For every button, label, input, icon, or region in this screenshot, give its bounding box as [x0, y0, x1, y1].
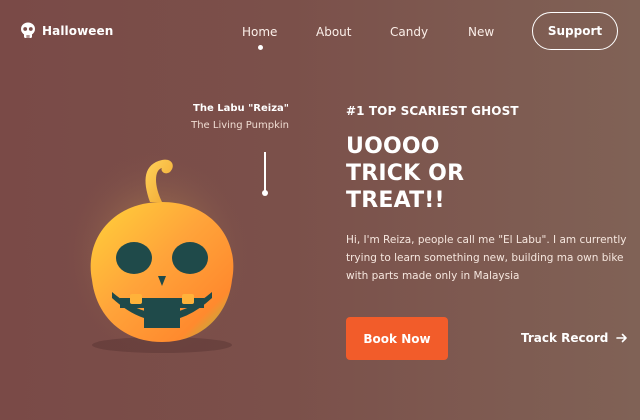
character-name: The Labu "Reiza"	[193, 103, 289, 114]
hero-headline: UOOOO TRICK OR TREAT!!	[346, 133, 546, 214]
nav-link-home[interactable]: Home	[242, 25, 277, 39]
support-button[interactable]: Support	[532, 12, 618, 50]
pumpkin-illustration	[62, 150, 252, 360]
track-record-link[interactable]: Track Record	[521, 331, 628, 345]
nav-link-new[interactable]: New	[468, 25, 494, 39]
skull-icon	[21, 22, 35, 38]
active-nav-indicator	[258, 45, 263, 50]
headline-line: TRICK OR	[346, 161, 465, 186]
nav-link-about[interactable]: About	[316, 25, 351, 39]
book-now-button[interactable]: Book Now	[346, 317, 448, 360]
hero-description: Hi, I'm Reiza, people call me "El Labu".…	[346, 234, 627, 282]
timeline-dot	[262, 190, 268, 196]
arrow-right-icon	[616, 333, 628, 343]
headline-line: UOOOO	[346, 134, 440, 159]
hero-eyebrow: #1 TOP SCARIEST GHOST	[346, 104, 519, 118]
headline-line: TREAT!!	[346, 188, 445, 213]
track-record-label: Track Record	[521, 331, 609, 345]
top-navbar: Halloween Home About Candy New Support	[0, 0, 640, 64]
timeline-line	[264, 152, 266, 192]
brand-logo[interactable]: Halloween	[20, 22, 113, 40]
nav-link-candy[interactable]: Candy	[390, 25, 428, 39]
brand-name: Halloween	[42, 24, 114, 38]
